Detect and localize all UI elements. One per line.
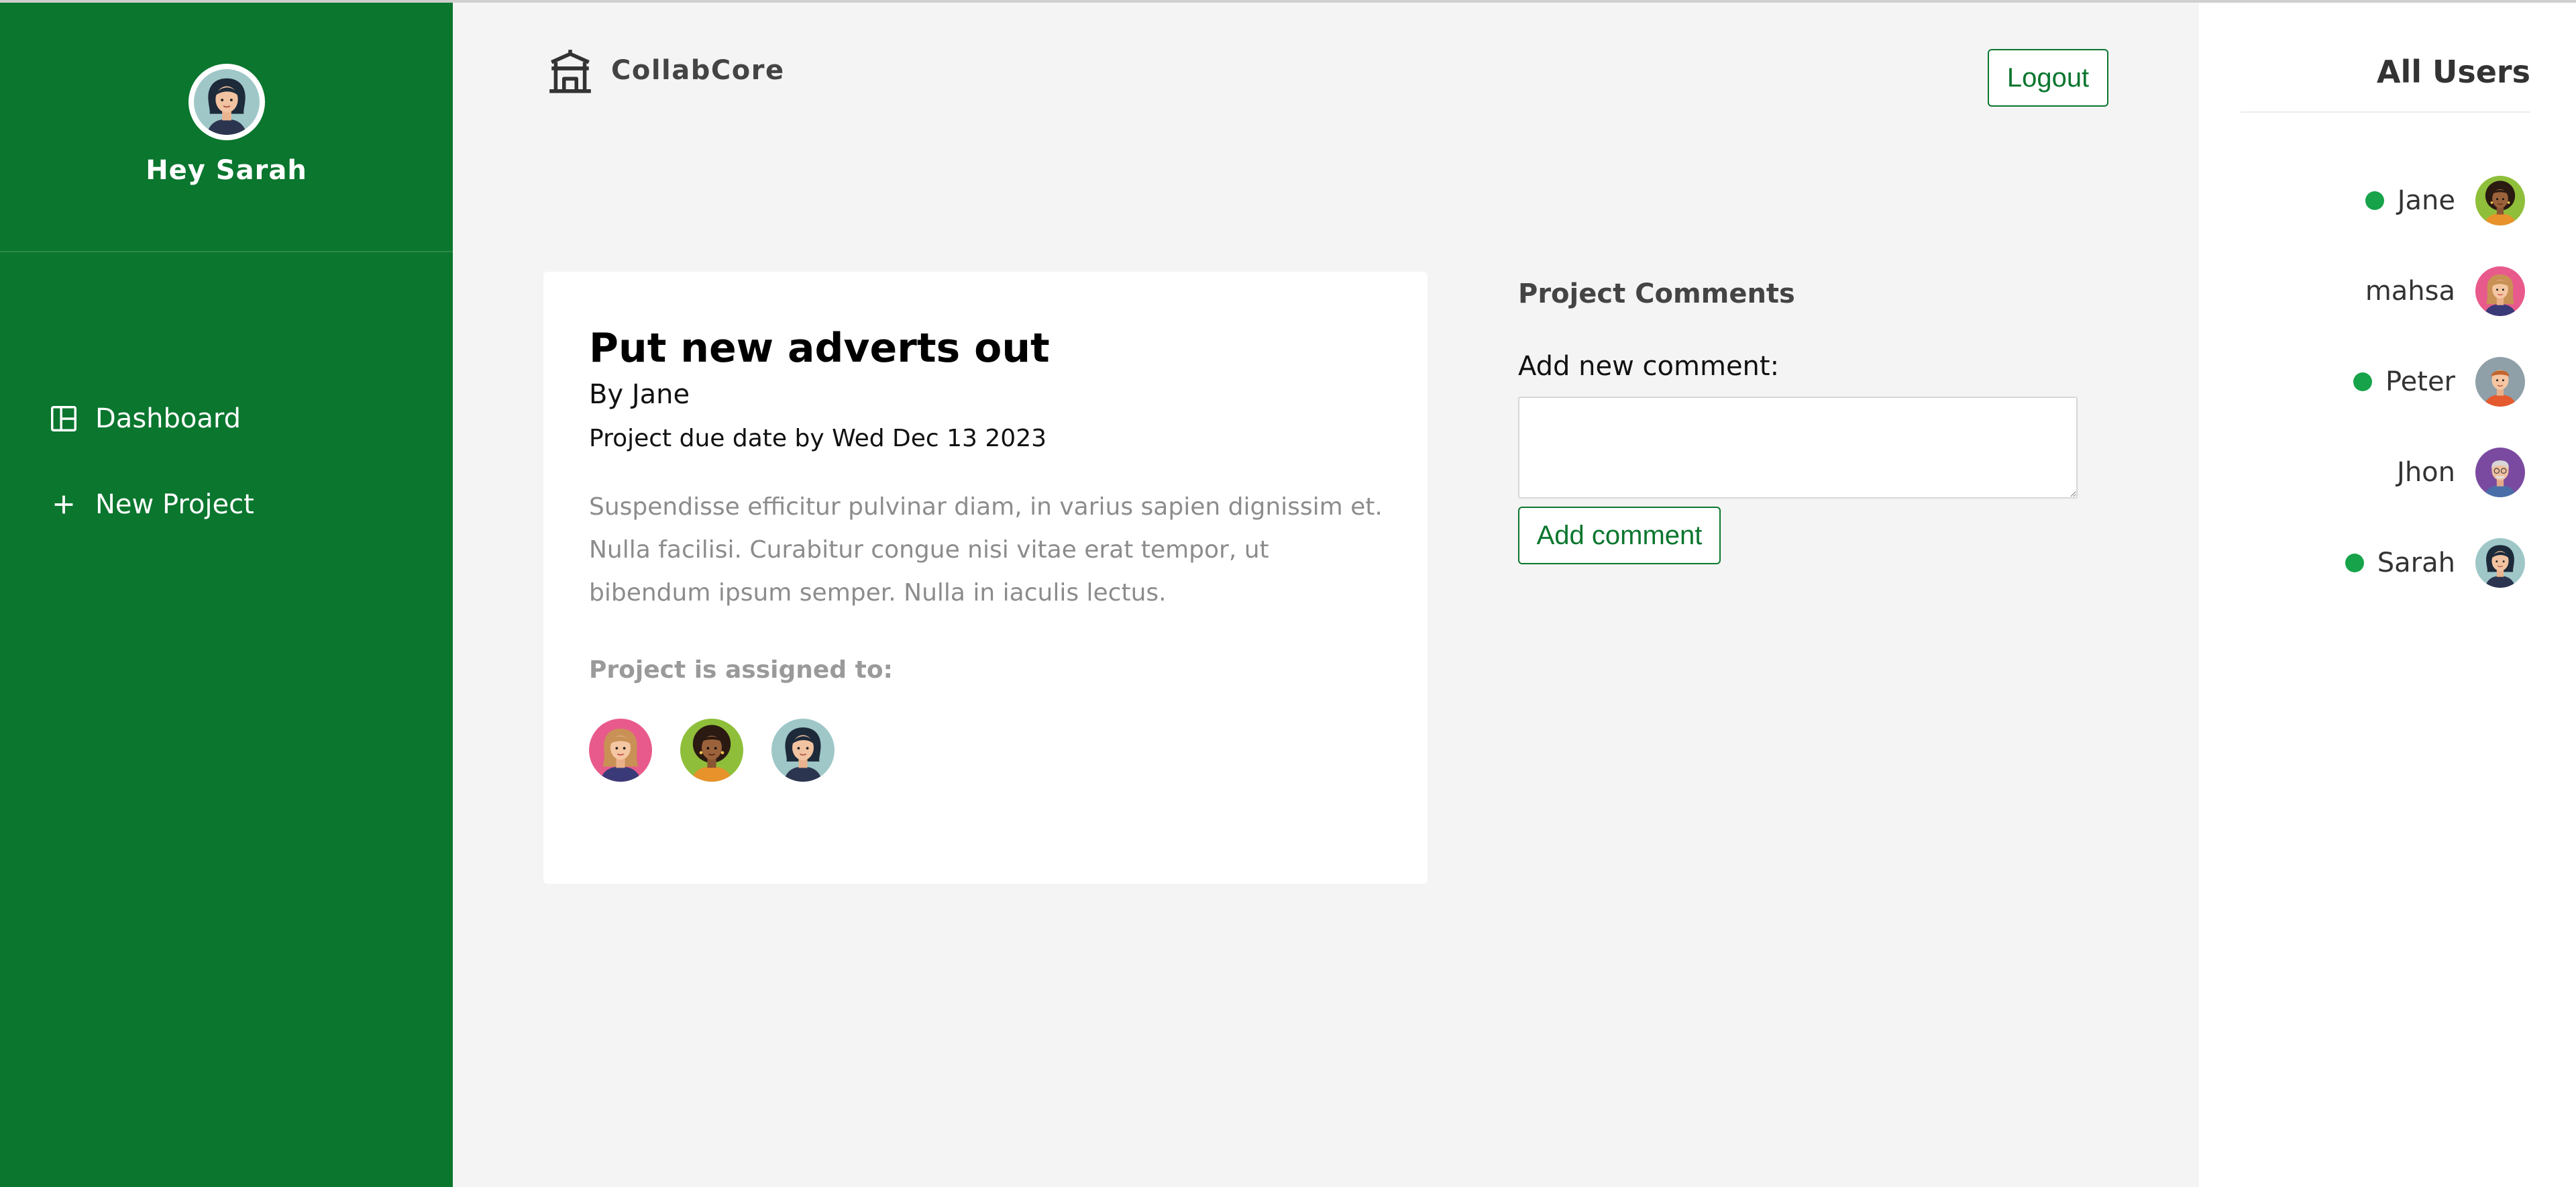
avatar — [2475, 448, 2525, 497]
list-item[interactable]: Jane — [2345, 176, 2525, 225]
list-item[interactable]: Jhon — [2345, 448, 2525, 497]
sidebar-nav: Dashboard New Project — [0, 392, 453, 531]
dashboard-icon — [48, 403, 79, 434]
avatar — [2475, 357, 2525, 407]
user-name: Jhon — [2397, 457, 2455, 488]
assigned-user — [589, 719, 652, 784]
user-name: Sarah — [2377, 548, 2455, 578]
sidebar-item-label: Dashboard — [95, 403, 241, 434]
sidebar: Hey Sarah Dashboard New Project — [0, 3, 453, 1187]
user-name: Jane — [2397, 185, 2455, 216]
sidebar-greeting: Hey Sarah — [146, 155, 307, 186]
user-name: Peter — [2385, 366, 2455, 397]
project-comments: Project Comments Add new comment: Add co… — [1518, 272, 2082, 564]
avatar — [188, 64, 265, 140]
logout-button[interactable]: Logout — [1988, 49, 2108, 107]
sidebar-item-label: New Project — [95, 489, 254, 520]
project-description: Suspendisse efficitur pulvinar diam, in … — [589, 493, 1383, 607]
assigned-user — [771, 719, 835, 784]
brand[interactable]: CollabCore — [545, 46, 785, 95]
sidebar-profile: Hey Sarah — [0, 3, 453, 252]
list-item[interactable]: Sarah — [2345, 538, 2525, 588]
list-item[interactable]: Peter — [2345, 357, 2525, 407]
avatar — [680, 719, 743, 782]
divider — [2241, 111, 2530, 113]
assigned-label: Project is assigned to: — [589, 656, 893, 684]
project-author: By Jane — [589, 379, 690, 410]
avatar — [2475, 538, 2525, 588]
list-item[interactable]: mahsa — [2345, 266, 2525, 316]
avatar — [2475, 176, 2525, 225]
online-status-dot — [2353, 372, 2372, 391]
temple-icon — [545, 46, 595, 95]
comments-title: Project Comments — [1518, 278, 1795, 309]
assigned-users — [589, 719, 1382, 784]
add-comment-button[interactable]: Add comment — [1518, 507, 1721, 564]
project-title: Put new adverts out — [589, 325, 1050, 372]
project-card: Put new adverts out By Jane Project due … — [543, 272, 1428, 884]
comment-label: Add new comment: — [1518, 351, 1780, 382]
main-content: CollabCore Logout Put new adverts out By… — [453, 3, 2199, 1187]
avatar — [2475, 266, 2525, 316]
avatar — [771, 719, 835, 782]
sidebar-item-new-project[interactable]: New Project — [0, 478, 453, 531]
brand-name: CollabCore — [611, 55, 785, 86]
users-list: Jane mahsa Peter Jhon Sarah — [2345, 176, 2525, 588]
project-due-date: Project due date by Wed Dec 13 2023 — [589, 425, 1046, 452]
user-name: mahsa — [2365, 276, 2455, 307]
online-status-dot — [2345, 554, 2364, 572]
plus-icon — [48, 489, 79, 520]
avatar — [589, 719, 652, 782]
assigned-user — [680, 719, 743, 784]
sidebar-item-dashboard[interactable]: Dashboard — [0, 392, 453, 446]
users-panel: All Users Jane mahsa Peter Jhon Sarah — [2199, 3, 2576, 1187]
users-title: All Users — [2376, 54, 2530, 90]
comment-input[interactable] — [1518, 397, 2078, 499]
online-status-dot — [2365, 191, 2384, 210]
